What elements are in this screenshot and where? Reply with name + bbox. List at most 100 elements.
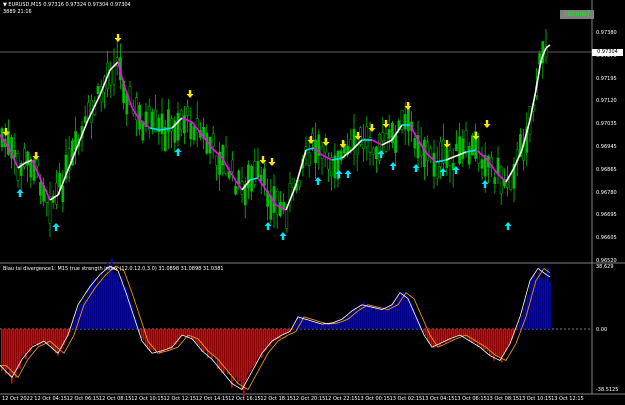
tsi-histogram-bar: [409, 305, 411, 329]
chart-window[interactable]: ▼ EURUSD,M15 0.97316 0.97324 0.97304 0.9…: [0, 0, 625, 405]
tsi-histogram-bar: [381, 309, 383, 329]
tsi-histogram-bar: [365, 304, 367, 329]
candle-body: [55, 182, 58, 205]
tsi-histogram-bar: [237, 329, 239, 384]
tsi-histogram-bar: [195, 329, 197, 342]
candle-body: [83, 116, 87, 123]
candle-body: [349, 139, 353, 148]
tsi-histogram-bar: [207, 329, 209, 359]
tsi-histogram-bar: [33, 329, 35, 345]
candle-body: [189, 122, 193, 140]
moving-average-segment: [327, 157, 331, 160]
tsi-histogram-bar: [227, 329, 229, 375]
time-axis-label: 12 Oct 14:15: [195, 396, 229, 402]
moving-average-segment: [381, 143, 385, 146]
moving-average-segment: [95, 98, 99, 104]
tsi-histogram-bar: [55, 329, 57, 354]
tsi-histogram-bar: [21, 329, 23, 357]
tsi-histogram-bar: [293, 326, 295, 329]
moving-average-segment: [25, 160, 29, 164]
tsi-histogram-bar: [13, 329, 15, 375]
candle-body: [48, 196, 52, 224]
tsi-histogram-bar: [45, 329, 47, 344]
time-axis-label: 13 Oct 12:15: [551, 396, 584, 402]
tsi-histogram-bar: [523, 307, 525, 329]
tsi-histogram-bar: [51, 329, 53, 349]
tsi-histogram-bar: [441, 329, 443, 344]
moving-average-segment: [455, 154, 459, 157]
moving-average-segment: [383, 142, 387, 145]
tsi-histogram-bar: [301, 316, 303, 329]
candle-body: [298, 179, 301, 187]
info-line: 3889 21:16: [3, 9, 32, 15]
price-axis: 0.973800.972700.971950.971200.970350.969…: [593, 0, 625, 264]
sell-arrow-icon: [483, 120, 491, 128]
moving-average-segment: [461, 152, 465, 155]
symbol-header: ▼ EURUSD,M15 0.97316 0.97324 0.97304 0.9…: [3, 2, 131, 8]
tsi-histogram-bar: [99, 281, 101, 329]
candle-body: [480, 159, 484, 169]
tsi-histogram-bar: [265, 329, 267, 350]
indicator-axis: 38.629 0.00 -38.5125: [593, 264, 625, 394]
tsi-histogram-bar: [423, 329, 425, 333]
tsi-histogram-bar: [463, 329, 465, 336]
tsi-histogram-bar: [395, 303, 397, 329]
tsi-histogram-bar: [89, 284, 91, 329]
price-axis-label: 0.96945: [596, 144, 617, 150]
tsi-histogram-bar: [169, 329, 171, 350]
time-axis-label: 12 Oct 12:15: [163, 396, 197, 402]
buy-arrow-icon: [279, 232, 287, 240]
buy-arrow-icon: [335, 170, 343, 178]
moving-average-segment: [251, 178, 255, 181]
moving-average-segment: [321, 154, 325, 157]
buy-arrow-icon: [481, 180, 489, 188]
tsi-histogram-bar: [115, 272, 117, 329]
candle-body: [352, 128, 356, 149]
moving-average-segment: [447, 157, 451, 160]
tsi-histogram-bar: [457, 329, 459, 336]
price-axis-label: 0.96695: [596, 212, 617, 219]
tsi-histogram-bar: [219, 329, 221, 369]
sell-arrow-icon: [186, 90, 194, 98]
tsi-histogram-bar: [407, 295, 409, 329]
sell-arrow-icon: [368, 124, 376, 132]
candle-body: [26, 151, 29, 166]
candle-body: [455, 144, 458, 151]
tsi-histogram-bar: [117, 275, 119, 329]
tsi-histogram-bar: [469, 329, 471, 341]
tsi-histogram-bar: [443, 329, 445, 343]
tsi-histogram-bar: [249, 329, 251, 372]
tsi-histogram-bar: [257, 329, 259, 358]
candle-body: [237, 170, 241, 185]
candle-body: [307, 152, 311, 166]
tsi-histogram-bar: [519, 319, 521, 329]
tsi-histogram-bar: [255, 329, 257, 364]
candle-body: [464, 130, 468, 154]
tsi-histogram-bar: [193, 329, 195, 341]
moving-average-segment: [459, 152, 463, 156]
moving-average-segment: [185, 118, 189, 122]
candle-body: [211, 133, 215, 147]
tsi-histogram-bar: [113, 274, 115, 329]
moving-average-segment: [23, 161, 27, 165]
moving-average-segment: [291, 189, 295, 196]
tsi-histogram-bar: [357, 310, 359, 329]
tsi-histogram-bar: [53, 329, 55, 351]
tsi-histogram-bar: [81, 303, 83, 329]
tsi-histogram-bar: [251, 329, 253, 369]
tsi-histogram-bar: [331, 323, 333, 329]
sell-arrow-icon: [322, 138, 330, 146]
moving-average-segment: [279, 206, 283, 209]
candle-body: [234, 185, 237, 195]
tsi-histogram-bar: [537, 272, 539, 329]
tsi-histogram-bar: [57, 329, 59, 356]
tsi-histogram-bar: [437, 329, 439, 346]
price-chart[interactable]: [0, 0, 625, 405]
tsi-histogram-bar: [311, 321, 313, 329]
candle-body: [467, 146, 471, 165]
legend-button[interactable]: [bfrmle]: [560, 10, 594, 19]
candle-body: [163, 126, 167, 152]
moving-average-segment: [275, 204, 279, 207]
moving-average-segment: [463, 151, 467, 154]
candle-body: [74, 131, 77, 150]
